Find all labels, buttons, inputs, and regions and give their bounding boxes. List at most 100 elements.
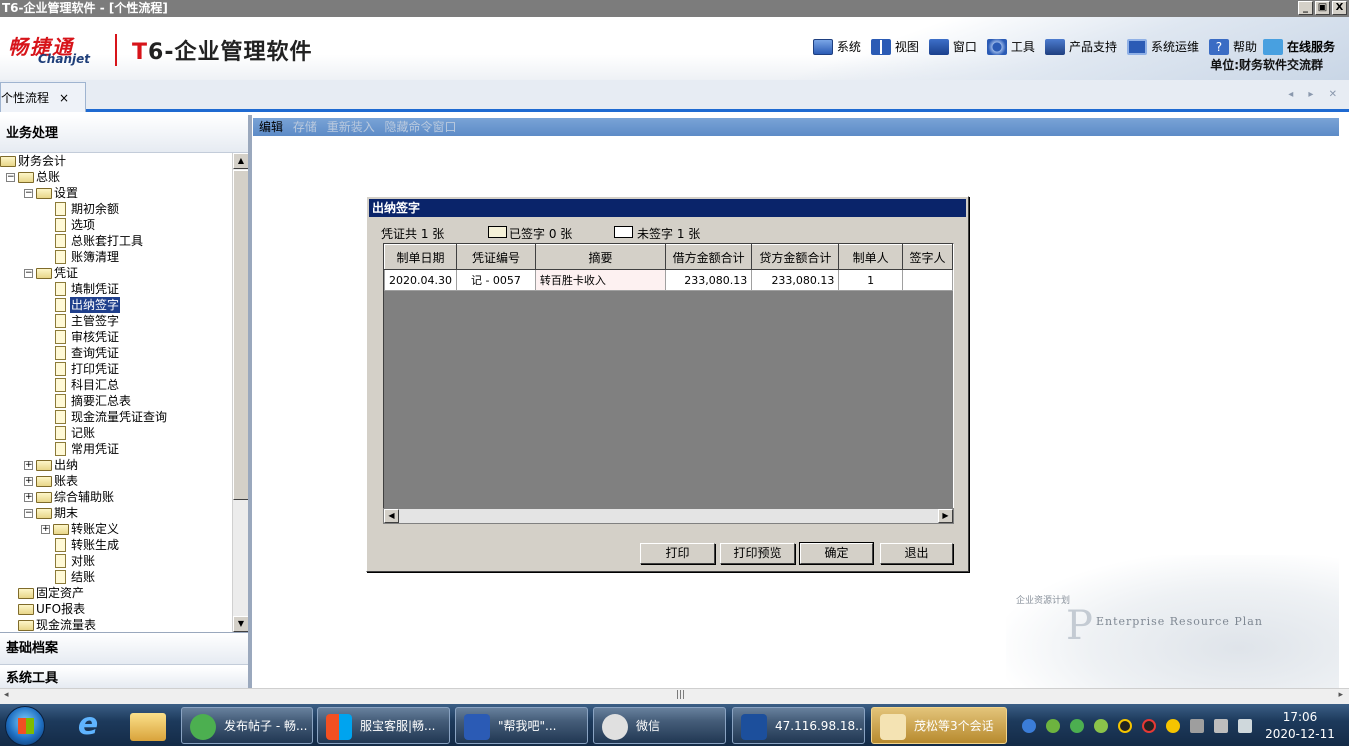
task-wechat[interactable]: 微信 [593, 707, 726, 744]
expand-icon[interactable]: + [24, 461, 33, 470]
collapse-icon[interactable]: − [24, 269, 33, 278]
cell-number[interactable]: 记 - 0057 [455, 269, 536, 291]
task-service[interactable]: 服宝客服|畅... [317, 707, 450, 744]
tree-item[interactable]: − 凭证 [0, 265, 232, 281]
scroll-grip-icon[interactable]: ||| [676, 690, 685, 700]
tree-item[interactable]: 查询凭证 [0, 345, 232, 361]
tree-item[interactable]: 摘要汇总表 [0, 393, 232, 409]
tree-item[interactable]: 对账 [0, 553, 232, 569]
tree-item[interactable]: − 设置 [0, 185, 232, 201]
tree-item[interactable]: −财务会计 [0, 153, 232, 169]
tree-item[interactable]: 科目汇总 [0, 377, 232, 393]
collapse-icon[interactable]: − [24, 189, 33, 198]
online-service-button[interactable]: 在线服务 [1262, 38, 1335, 55]
tree-item[interactable]: 常用凭证 [0, 441, 232, 457]
expand-icon[interactable]: + [24, 477, 33, 486]
tree-item[interactable]: UFO报表 [0, 601, 232, 617]
col-date[interactable]: 制单日期 [384, 244, 457, 270]
scroll-down-button[interactable]: ▼ [233, 616, 249, 632]
task-remote-desktop[interactable]: 47.116.98.18... [732, 707, 865, 744]
menu-tools[interactable]: 工具 [986, 38, 1035, 55]
tree-item[interactable]: 期初余额 [0, 201, 232, 217]
col-summary[interactable]: 摘要 [534, 244, 667, 270]
tree-item[interactable]: 总账套打工具 [0, 233, 232, 249]
grid-scroll-thumb[interactable] [399, 509, 939, 523]
tray-wechat-icon[interactable] [1094, 719, 1108, 733]
menu-help[interactable]: ? 帮助 [1208, 38, 1257, 55]
cell-date[interactable]: 2020.04.30 [384, 269, 457, 291]
scroll-left-icon[interactable]: ◂ [4, 690, 9, 700]
tray-qq-icon[interactable] [1118, 719, 1132, 733]
tray-signal-icon[interactable] [1190, 719, 1204, 733]
folder-icon[interactable] [130, 713, 166, 741]
col-signer[interactable]: 签字人 [901, 244, 953, 270]
tree-item[interactable]: 固定资产 [0, 585, 232, 601]
col-creator[interactable]: 制单人 [838, 244, 903, 270]
tree-item[interactable]: 账簿清理 [0, 249, 232, 265]
grid-scroll-left-button[interactable]: ◀ [384, 509, 399, 523]
tray-volume-icon[interactable] [1238, 719, 1252, 733]
collapse-icon[interactable]: − [24, 509, 33, 518]
basic-archive-section[interactable]: 基础档案 [0, 633, 249, 665]
table-row[interactable]: 2020.04.30 记 - 0057 转百胜卡收入 233,080.13 23… [384, 269, 953, 291]
system-tools-section[interactable]: 系统工具 [0, 667, 249, 688]
tray-qq2-icon[interactable] [1142, 719, 1156, 733]
panel-splitter[interactable] [248, 115, 252, 688]
tree-vertical-scrollbar[interactable]: ▲ ▼ [232, 153, 249, 632]
expand-icon[interactable]: + [24, 493, 33, 502]
tab-close-icon[interactable]: × [59, 83, 69, 113]
menu-view[interactable]: 视图 [870, 38, 919, 55]
tree-item[interactable]: 主管签字 [0, 313, 232, 329]
cell-signer[interactable] [901, 269, 953, 291]
tree-item[interactable]: + 综合辅助账 [0, 489, 232, 505]
tray-flag-icon[interactable] [1214, 719, 1228, 733]
print-preview-button[interactable]: 打印预览 [720, 543, 795, 564]
tree-item[interactable]: 选项 [0, 217, 232, 233]
tree-item[interactable]: 打印凭证 [0, 361, 232, 377]
task-help-me[interactable]: "帮我吧"... [455, 707, 588, 744]
tree-item[interactable]: 记账 [0, 425, 232, 441]
collapse-icon[interactable]: − [6, 173, 15, 182]
exit-button[interactable]: 退出 [880, 543, 953, 564]
minimize-button[interactable]: _ [1298, 1, 1313, 15]
cell-creator[interactable]: 1 [838, 269, 903, 291]
menu-system[interactable]: 系统 [812, 38, 861, 55]
tree-item[interactable]: 填制凭证 [0, 281, 232, 297]
ie-icon[interactable]: e [70, 708, 106, 744]
scroll-thumb[interactable] [233, 170, 249, 500]
task-post-topic[interactable]: 发布帖子 - 畅... [181, 707, 313, 744]
scroll-right-icon[interactable]: ▸ [1338, 690, 1343, 700]
tree-item[interactable]: + 出纳 [0, 457, 232, 473]
tree-item[interactable]: + 转账定义 [0, 521, 232, 537]
business-section-title[interactable]: 业务处理 [0, 115, 248, 153]
grid-scroll-right-button[interactable]: ▶ [938, 509, 953, 523]
main-horizontal-scrollbar[interactable]: ◂ ||| ▸ [0, 688, 1349, 704]
col-debit[interactable]: 借方金额合计 [664, 244, 753, 270]
tray-browser-icon[interactable] [1070, 719, 1084, 733]
close-button[interactable]: X [1332, 1, 1347, 15]
task-chat-sessions[interactable]: 茂松等3个会话 [871, 707, 1007, 744]
tree-item[interactable]: 转账生成 [0, 537, 232, 553]
grid-horizontal-scrollbar[interactable]: ◀ ▶ [383, 508, 954, 524]
col-number[interactable]: 凭证编号 [455, 244, 536, 270]
scroll-up-button[interactable]: ▲ [233, 153, 249, 169]
clock[interactable]: 17:06 2020-12-11 [1265, 709, 1335, 743]
tree-item[interactable]: 现金流量表 [0, 617, 232, 632]
cmd-edit[interactable]: 编辑 [259, 120, 283, 134]
tree-item[interactable]: 现金流量凭证查询 [0, 409, 232, 425]
menu-window[interactable]: 窗口 [928, 38, 977, 55]
tab-personal-flow[interactable]: 个性流程 × [0, 82, 86, 112]
tray-network-icon[interactable] [1046, 719, 1060, 733]
tree-item[interactable]: 结账 [0, 569, 232, 585]
col-credit[interactable]: 贷方金额合计 [751, 244, 840, 270]
print-button[interactable]: 打印 [640, 543, 715, 564]
tray-qq3-icon[interactable] [1166, 719, 1180, 733]
tray-app-icon[interactable] [1022, 719, 1036, 733]
tree-item[interactable]: + 账表 [0, 473, 232, 489]
cell-summary[interactable]: 转百胜卡收入 [534, 269, 667, 291]
tree-item[interactable]: − 总账 [0, 169, 232, 185]
cell-credit[interactable]: 233,080.13 [751, 269, 840, 291]
expand-icon[interactable]: + [41, 525, 50, 534]
restore-button[interactable]: ▣ [1315, 1, 1330, 15]
menu-product-support[interactable]: 产品支持 [1044, 38, 1117, 55]
